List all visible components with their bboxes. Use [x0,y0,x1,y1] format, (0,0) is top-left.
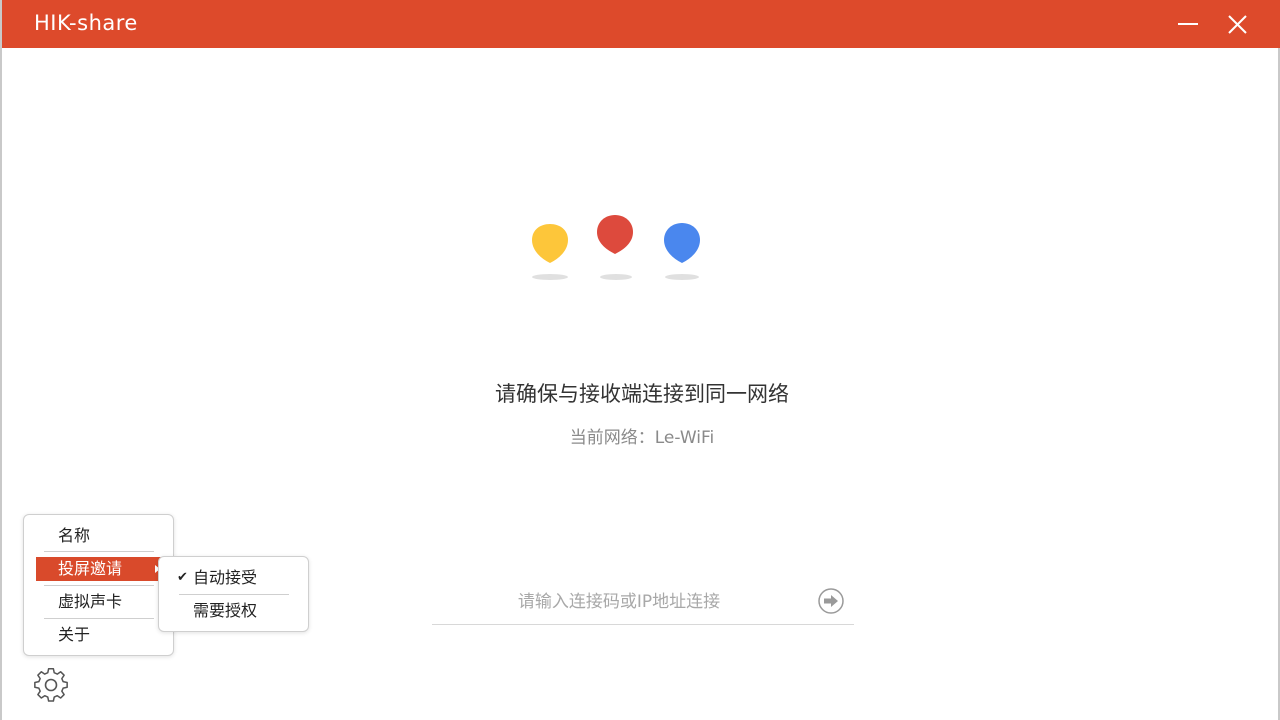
arrow-right-circle-icon [818,588,844,614]
yellow-dot [532,224,568,263]
app-title: HIK-share [34,11,138,35]
submenu-item-label: 自动接受 [193,568,258,587]
menu-divider [179,594,289,595]
menu-item-label: 虚拟声卡 [58,592,123,611]
menu-item-label: 名称 [58,526,91,545]
network-name: Le-WiFi [654,428,715,448]
menu-item-about[interactable]: 关于 [36,623,163,647]
network-prompt: 请确保与接收端连接到同一网络 [495,382,789,406]
current-network: 当前网络：Le-WiFi [2,423,1280,448]
app-window: HIK-share 请确保与接收端连接到同一网络 当前网络：Le-WiFi 请输… [0,0,1280,720]
checkmark-icon: ✔ [177,570,188,585]
connect-button[interactable] [814,586,848,616]
connect-field [432,584,854,625]
gear-icon [34,667,68,702]
connect-code-input[interactable] [432,584,806,620]
minimize-icon [1178,23,1198,25]
loading-dots-graphic [532,215,700,280]
menu-divider [44,585,154,586]
menu-item-virtual-sound-card[interactable]: 虚拟声卡 [36,590,163,614]
menu-item-label: 关于 [58,625,91,644]
invite-submenu: ✔ 自动接受 需要授权 [158,556,309,632]
settings-menu: 名称 投屏邀请 虚拟声卡 关于 [23,514,174,656]
menu-divider [44,551,154,552]
submenu-item-require-auth[interactable]: 需要授权 [173,598,298,624]
close-icon [1228,15,1247,34]
settings-button[interactable] [32,666,70,704]
red-dot [597,215,633,254]
menu-item-screen-invite[interactable]: 投屏邀请 [36,557,163,581]
submenu-item-auto-accept[interactable]: ✔ 自动接受 [173,565,298,591]
menu-item-label: 投屏邀请 [58,559,123,578]
title-bar: HIK-share [2,0,1280,48]
network-label: 当前网络： [569,428,655,448]
blue-dot [664,223,700,263]
menu-divider [44,618,154,619]
menu-item-name[interactable]: 名称 [36,524,163,548]
close-button[interactable] [1218,6,1258,42]
minimize-button[interactable] [1168,6,1208,42]
submenu-item-label: 需要授权 [193,601,258,620]
